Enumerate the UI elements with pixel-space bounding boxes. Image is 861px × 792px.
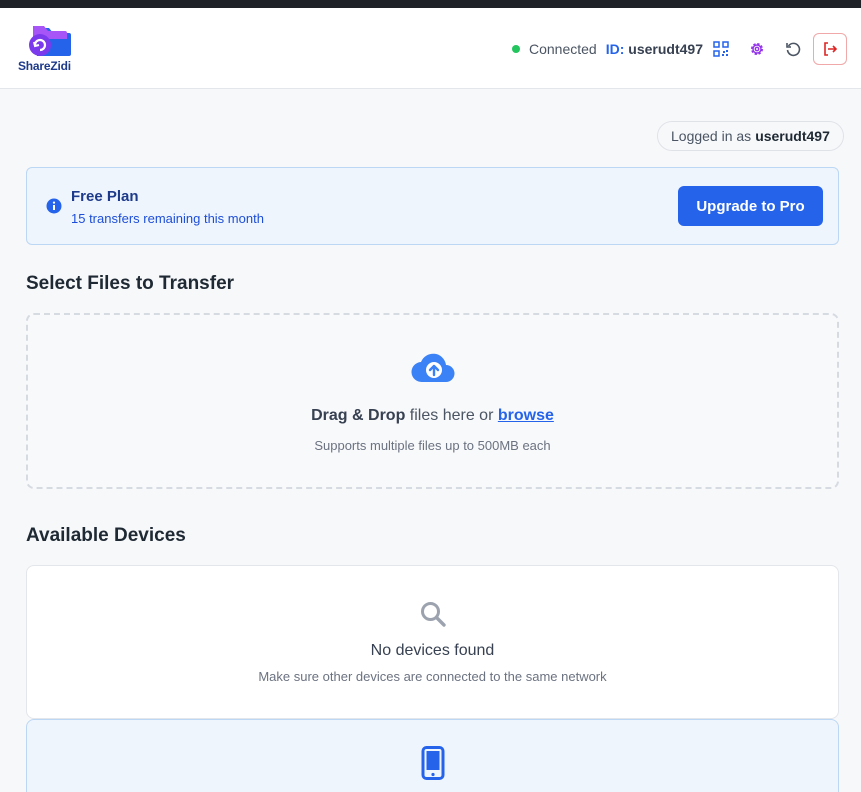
status-dot: [512, 45, 520, 53]
upgrade-button[interactable]: Upgrade to Pro: [678, 186, 823, 226]
logout-icon: [824, 42, 838, 56]
connection-status: Connected ID: userudt497: [512, 40, 703, 58]
settings-button[interactable]: [746, 38, 768, 60]
gear-icon: [751, 43, 763, 55]
logo-text: ShareZidi: [18, 59, 71, 73]
file-dropzone[interactable]: Drag & Drop files here or browse Support…: [26, 313, 839, 489]
dropzone-middle: files here or: [405, 407, 498, 424]
folder-logo-icon: [29, 26, 71, 56]
browse-link[interactable]: browse: [498, 407, 554, 424]
cloud-upload-icon: [411, 353, 455, 383]
status-text: Connected: [529, 41, 597, 57]
qr-code-icon: [713, 41, 729, 57]
select-files-title: Select Files to Transfer: [26, 273, 235, 294]
plan-banner: Free Plan 15 transfers remaining this mo…: [26, 167, 839, 245]
plan-title: Free Plan: [71, 188, 139, 205]
plan-subtitle: 15 transfers remaining this month: [71, 211, 264, 226]
logged-in-prefix: Logged in as: [671, 128, 752, 144]
logo[interactable]: ShareZidi: [18, 24, 80, 76]
dropzone-bold: Drag & Drop: [311, 407, 406, 424]
qr-code-button[interactable]: [710, 38, 732, 60]
logout-button[interactable]: [813, 33, 847, 65]
search-icon: [421, 602, 446, 627]
logged-in-badge: Logged in as userudt497: [657, 121, 844, 151]
mobile-device-card[interactable]: [26, 719, 839, 792]
refresh-icon: [786, 42, 801, 57]
app-header: ShareZidi Connected ID: userudt497: [0, 8, 861, 89]
no-devices-title: No devices found: [370, 642, 495, 659]
refresh-button[interactable]: [782, 38, 804, 60]
available-devices-title: Available Devices: [26, 525, 186, 546]
window-top-strip: [0, 0, 861, 8]
devices-panel: No devices found Make sure other devices…: [26, 565, 839, 719]
no-devices-hint: Make sure other devices are connected to…: [258, 669, 607, 684]
logged-in-username: userudt497: [755, 128, 830, 144]
dropzone-text: Drag & Drop files here or browse: [28, 407, 837, 425]
user-id: ID: userudt497: [606, 41, 703, 57]
user-id-label: ID:: [605, 41, 625, 57]
smartphone-icon: [421, 746, 445, 780]
user-id-value: userudt497: [628, 41, 703, 57]
info-icon: [46, 198, 62, 214]
dropzone-hint: Supports multiple files up to 500MB each: [314, 438, 551, 453]
